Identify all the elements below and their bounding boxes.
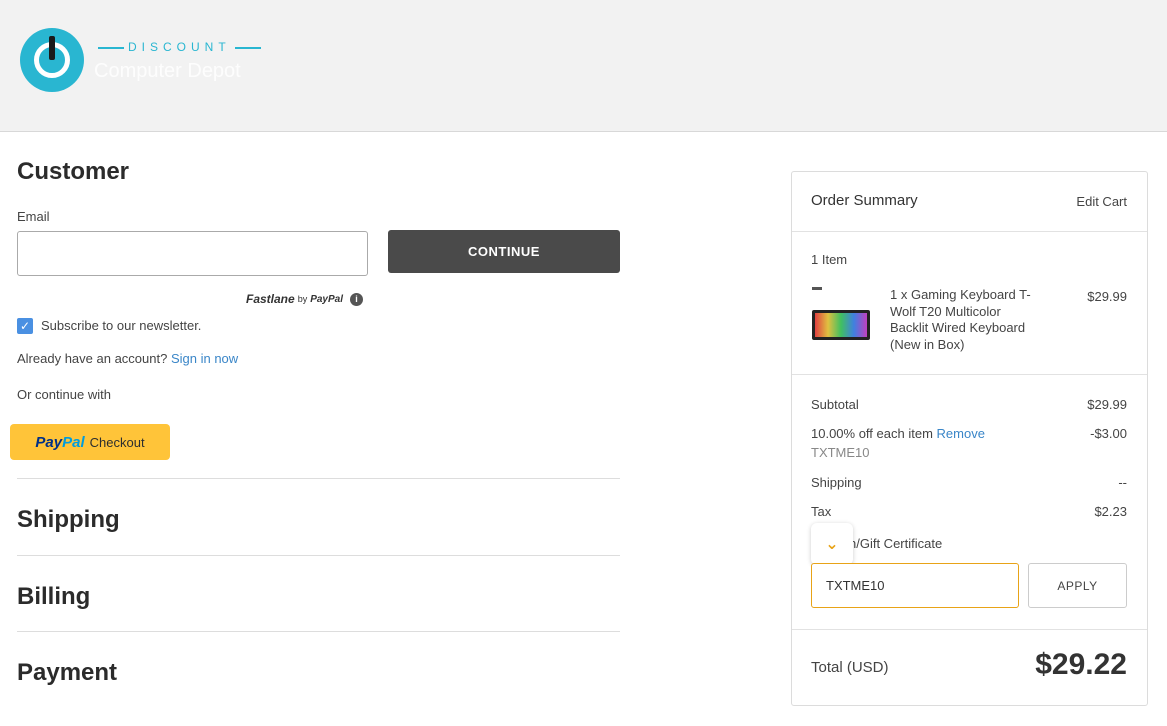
subtotal-value: $29.99 xyxy=(1087,397,1127,412)
continue-button[interactable]: CONTINUE xyxy=(388,230,620,273)
brand-name: Computer Depot xyxy=(94,60,241,82)
remove-discount-link[interactable]: Remove xyxy=(937,426,985,441)
item-price: $29.99 xyxy=(1087,289,1127,304)
item-desc-line: 1 x Gaming Keyboard T- xyxy=(890,287,1031,302)
item-count: 1 Item xyxy=(811,252,848,267)
email-field[interactable] xyxy=(17,231,368,276)
item-desc-line: Wolf T20 Multicolor xyxy=(890,303,1001,319)
item-desc-line: Backlit Wired Keyboard xyxy=(890,320,1026,335)
order-summary-panel: Order Summary Edit Cart 1 Item 1 x Gamin… xyxy=(791,171,1148,706)
section-divider xyxy=(17,631,620,632)
fastlane-by: by xyxy=(297,294,308,304)
billing-title[interactable]: Billing xyxy=(17,583,90,611)
section-divider xyxy=(17,555,620,556)
section-divider xyxy=(17,478,620,479)
account-prompt: Already have an account? xyxy=(17,351,168,366)
info-icon[interactable]: i xyxy=(350,292,364,306)
item-description: 1 x Gaming Keyboard T- Wolf T20 Multicol… xyxy=(890,287,1040,353)
customer-title: Customer xyxy=(17,158,130,185)
summary-divider xyxy=(792,231,1147,232)
tax-value: $2.23 xyxy=(1094,504,1127,519)
payment-title[interactable]: Payment xyxy=(17,659,117,687)
fastlane-paypal: PayPal xyxy=(310,293,344,305)
email-label: Email xyxy=(17,209,50,224)
logo-icon[interactable] xyxy=(20,28,84,92)
site-header: DISCOUNT Computer Depot xyxy=(0,0,1167,132)
edit-cart-link[interactable]: Edit Cart xyxy=(1076,194,1127,209)
apply-coupon-button[interactable]: APPLY xyxy=(1028,563,1127,608)
paypal-logo-pay: Pay xyxy=(35,433,63,451)
discount-row: 10.00% off each item Remove xyxy=(811,426,985,441)
coupon-label: n/Gift Certificate xyxy=(849,536,943,551)
fastlane-label: Fastlane xyxy=(246,292,295,306)
order-summary-title: Order Summary xyxy=(811,192,918,209)
subtotal-label: Subtotal xyxy=(811,397,859,412)
paypal-checkout-label: Checkout xyxy=(89,434,145,450)
tax-label: Tax xyxy=(811,504,832,519)
paypal-checkout-button[interactable]: Pay Pal Checkout xyxy=(10,424,170,460)
summary-divider xyxy=(792,374,1147,375)
brand-top-text: DISCOUNT xyxy=(128,40,231,54)
discount-value: -$3.00 xyxy=(1090,426,1127,441)
discount-label: 10.00% off each item xyxy=(811,426,933,441)
total-value: $29.22 xyxy=(1035,648,1127,681)
account-prompt-row: Already have an account? Sign in now xyxy=(17,351,238,366)
total-label: Total (USD) xyxy=(811,659,889,676)
shipping-label: Shipping xyxy=(811,475,862,490)
fastlane-badge: Fastlane by PayPal i xyxy=(246,292,364,306)
shipping-title[interactable]: Shipping xyxy=(17,506,120,534)
keyboard-product-image xyxy=(812,310,870,340)
coupon-code-input[interactable] xyxy=(811,563,1019,608)
newsletter-label: Subscribe to our newsletter. xyxy=(41,318,202,333)
sign-in-link[interactable]: Sign in now xyxy=(171,351,238,366)
chevron-down-icon[interactable]: ⌄ xyxy=(811,523,853,565)
summary-divider xyxy=(792,629,1147,630)
or-continue-label: Or continue with xyxy=(17,387,111,402)
newsletter-checkbox[interactable]: ✓ xyxy=(17,318,33,334)
item-desc-line: (New in Box) xyxy=(890,336,965,352)
brand-tagline: DISCOUNT xyxy=(94,40,265,54)
paypal-logo-pal: Pal xyxy=(62,433,85,451)
shipping-value: -- xyxy=(1118,475,1127,490)
product-thumbnail-tag xyxy=(812,287,822,290)
discount-code: TXTME10 xyxy=(811,445,870,460)
